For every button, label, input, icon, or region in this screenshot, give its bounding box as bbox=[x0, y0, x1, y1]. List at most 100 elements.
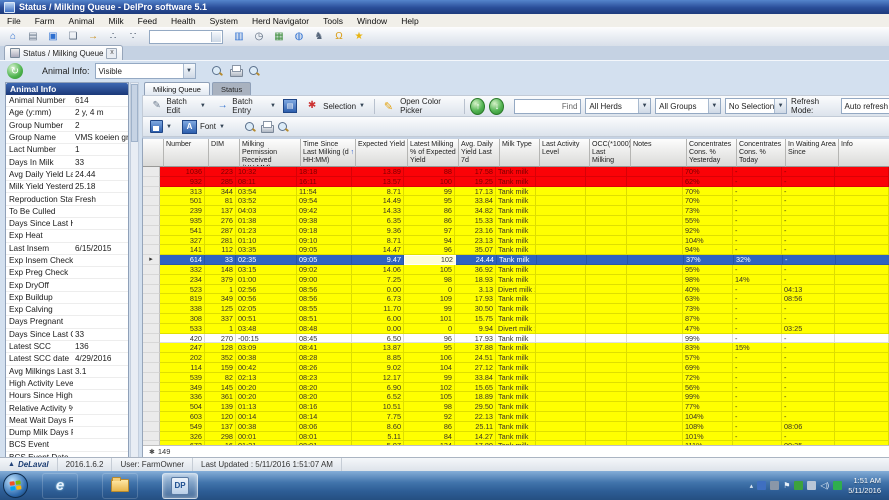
menu-health[interactable]: Health bbox=[164, 16, 203, 26]
grid-cell[interactable] bbox=[586, 245, 627, 256]
grid-cell[interactable]: 70% bbox=[683, 196, 733, 207]
grid-cell[interactable]: 94% bbox=[683, 245, 733, 256]
grid-cell[interactable]: 37% bbox=[684, 255, 734, 265]
animal-info-row[interactable]: Days In Milk 33 bbox=[6, 156, 128, 169]
grid-cell[interactable]: 106 bbox=[404, 353, 455, 363]
grid-row[interactable]: 332 148 03:15 09:02 14.06 105 36.92 Tank milk 95… bbox=[143, 264, 889, 275]
batch-edit-button[interactable]: ✎ Batch Edit ▼ bbox=[147, 96, 209, 116]
grid-cell[interactable]: 00:56 bbox=[236, 294, 297, 305]
grid-cell[interactable]: 137 bbox=[205, 421, 236, 432]
move-down-button[interactable]: ↓ bbox=[489, 97, 505, 115]
grid-cell[interactable]: 33 bbox=[205, 255, 236, 265]
grid-cell[interactable]: - bbox=[782, 225, 835, 236]
grid-cell[interactable] bbox=[586, 382, 627, 393]
id-card-icon[interactable]: ▥ bbox=[230, 29, 248, 44]
tray-status-icon[interactable] bbox=[794, 481, 804, 490]
grid-row[interactable]: 549 137 00:38 08:06 8.60 86 25.11 Tank milk 108%… bbox=[143, 421, 889, 432]
grid-cell[interactable]: - bbox=[782, 206, 835, 216]
grid-cell[interactable]: 349 bbox=[160, 382, 205, 393]
grid-cell[interactable] bbox=[627, 196, 683, 207]
grid-cell[interactable] bbox=[586, 196, 627, 207]
column-header-expected-yield[interactable]: Expected Yield bbox=[356, 139, 408, 167]
grid-cell[interactable]: - bbox=[733, 264, 782, 275]
grid-cell[interactable] bbox=[537, 255, 587, 265]
grid-row[interactable]: 202 352 00:38 08:28 8.85 106 24.51 Tank milk 57%… bbox=[143, 353, 889, 363]
grid-cell[interactable]: Tank milk bbox=[496, 274, 536, 285]
grid-row[interactable]: 141 112 03:35 09:05 14.47 96 35.07 Tank milk 94%… bbox=[143, 245, 889, 256]
grid-cell[interactable]: 18.93 bbox=[455, 274, 496, 285]
grid-cell[interactable]: 104% bbox=[683, 411, 733, 422]
grid-cell[interactable]: 533 bbox=[160, 323, 205, 334]
grid-cell[interactable] bbox=[835, 362, 889, 373]
grid-cell[interactable]: 361 bbox=[205, 392, 236, 403]
grid-cell[interactable]: 69% bbox=[683, 362, 733, 373]
column-header-last-activity-level[interactable]: Last Activity Level bbox=[540, 139, 590, 167]
grid-cell[interactable]: 1036 bbox=[160, 167, 205, 177]
grid-cell[interactable]: 523 bbox=[160, 284, 205, 295]
animal-info-row[interactable]: Days Since Last C...33 bbox=[6, 329, 128, 341]
grid-cell[interactable]: 14.33 bbox=[352, 206, 404, 216]
grid-cell[interactable]: 04:03 bbox=[236, 206, 297, 216]
grid-cell[interactable] bbox=[835, 215, 889, 226]
print-icon[interactable] bbox=[229, 65, 243, 77]
grid-cell[interactable] bbox=[835, 304, 889, 314]
column-header-notes[interactable]: Notes bbox=[631, 139, 687, 167]
grid-cell[interactable]: 08:51 bbox=[297, 313, 352, 324]
alarm-report-icon[interactable]: Ω bbox=[330, 29, 348, 44]
find-input[interactable]: Find bbox=[514, 98, 582, 114]
grid-cell[interactable]: - bbox=[733, 372, 782, 383]
grid-cell[interactable]: - bbox=[733, 431, 782, 442]
grid-cell[interactable]: 03:48 bbox=[236, 323, 297, 334]
grid-cell[interactable] bbox=[835, 402, 889, 412]
print-preview-icon[interactable] bbox=[244, 121, 256, 133]
grid-cell[interactable]: 13.57 bbox=[352, 176, 404, 187]
grid-cell[interactable]: Tank milk bbox=[496, 176, 536, 187]
grid-cell[interactable] bbox=[627, 431, 683, 442]
grid-cell[interactable]: 285 bbox=[205, 176, 236, 187]
grid-cell[interactable]: 1 bbox=[205, 323, 236, 334]
grid-cell[interactable]: 15.33 bbox=[455, 215, 496, 226]
grid-cell[interactable] bbox=[536, 402, 586, 412]
grid-cell[interactable]: 6.00 bbox=[352, 313, 404, 324]
grid-cell[interactable]: - bbox=[783, 255, 836, 265]
grid-cell[interactable] bbox=[835, 431, 889, 442]
grid-row[interactable]: 932 285 08:11 16:11 13.57 100 19.25 Tank milk 62… bbox=[143, 176, 889, 187]
grid-cell[interactable]: - bbox=[782, 274, 835, 285]
grid-cell[interactable]: - bbox=[782, 431, 835, 442]
feed-plan-icon[interactable]: ▦ bbox=[270, 29, 288, 44]
grid-cell[interactable] bbox=[835, 186, 889, 197]
grid-cell[interactable]: 09:05 bbox=[297, 245, 352, 256]
grid-cell[interactable]: 23.16 bbox=[455, 225, 496, 236]
grid-cell[interactable]: 33.84 bbox=[455, 196, 496, 207]
grid-cell[interactable]: 00:20 bbox=[236, 382, 297, 393]
grid-cell[interactable]: 932 bbox=[160, 176, 205, 187]
grid-cell[interactable]: 70% bbox=[683, 186, 733, 197]
grid-cell[interactable]: 30.50 bbox=[455, 304, 496, 314]
grid-cell[interactable]: Tank milk bbox=[496, 362, 536, 373]
column-header-occ-1000-last-milking[interactable]: OCC(*1000) Last Milking bbox=[590, 139, 631, 167]
grid-cell[interactable] bbox=[835, 235, 889, 246]
grid-cell[interactable]: 145 bbox=[205, 382, 236, 393]
grid-cell[interactable]: - bbox=[782, 353, 835, 363]
grid-cell[interactable]: 29.50 bbox=[455, 402, 496, 412]
grid-cell[interactable]: 0 bbox=[404, 323, 455, 334]
animal-info-row[interactable]: Days Since Last H... bbox=[6, 218, 128, 231]
grid-cell[interactable] bbox=[536, 176, 586, 187]
grid-cell[interactable]: 77% bbox=[683, 402, 733, 412]
move-up-button[interactable]: ↑ bbox=[470, 97, 486, 115]
grid-cell[interactable]: 86 bbox=[404, 215, 455, 226]
grid-cell[interactable]: 02:13 bbox=[236, 372, 297, 383]
grid-cell[interactable]: 935 bbox=[160, 215, 205, 226]
grid-cell[interactable]: 33.84 bbox=[455, 372, 496, 383]
grid-cell[interactable] bbox=[835, 176, 889, 187]
grid-cell[interactable]: 504 bbox=[160, 402, 205, 412]
grid-cell[interactable]: 01:10 bbox=[236, 235, 297, 246]
grid-cell[interactable] bbox=[835, 264, 889, 275]
grid-row[interactable]: ▸ 614 33 02:35 09:05 9.47 102 24.44 Tank milk 37%… bbox=[143, 255, 889, 265]
taskbar-explorer-button[interactable] bbox=[102, 472, 138, 499]
grid-cell[interactable]: 03:09 bbox=[236, 343, 297, 354]
grid-cell[interactable]: Tank milk bbox=[496, 264, 536, 275]
grid-cell[interactable]: 08:45 bbox=[297, 333, 352, 344]
grid-cell[interactable] bbox=[835, 323, 889, 334]
grid-cell[interactable]: 270 bbox=[205, 333, 236, 344]
